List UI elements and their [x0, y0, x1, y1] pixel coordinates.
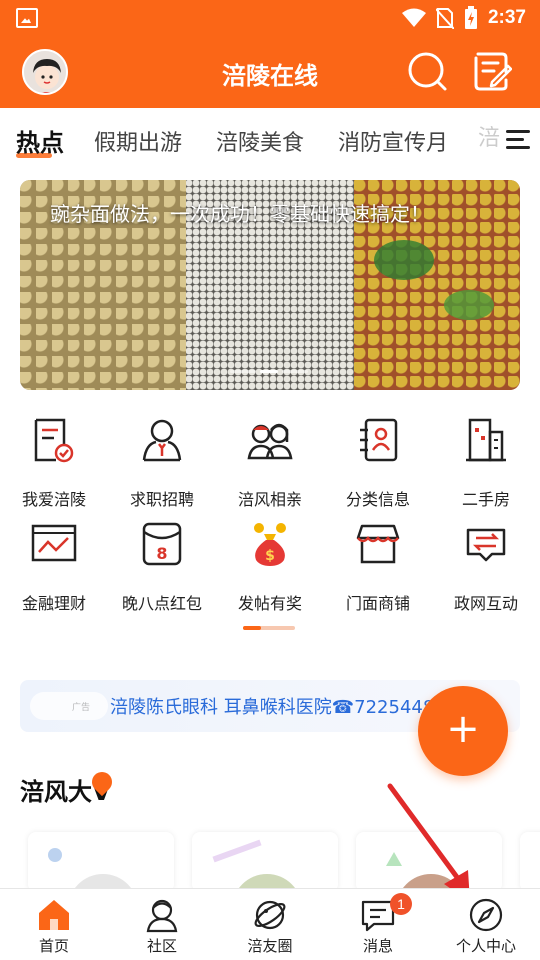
banner-carousel[interactable]: 豌杂面做法，一次成功！零基础快速搞定！: [20, 180, 520, 390]
tab-fire-safety[interactable]: 消防宣传月: [338, 125, 448, 157]
grid-label: 求职招聘: [129, 490, 194, 509]
tab-fuling-food[interactable]: 涪陵美食: [216, 125, 304, 157]
svg-text:$: $: [265, 548, 275, 564]
clock: 2:37: [487, 7, 526, 28]
nav-label: 社区: [146, 937, 177, 955]
grid-item-classifieds[interactable]: 分类信息: [324, 408, 432, 509]
tab-holiday-travel[interactable]: 假期出游: [94, 125, 182, 157]
tab-overflow[interactable]: 涪: [478, 120, 504, 156]
bottom-navigation: 首页 社区 涪友圈 1 消息 个人中心: [0, 888, 540, 960]
no-sim-icon: [435, 8, 454, 29]
community-icon: [146, 899, 178, 933]
grid-label: 金融理财: [21, 594, 86, 613]
nav-label: 消息: [362, 937, 393, 955]
status-bar: 2:37: [0, 0, 540, 36]
red-envelope-icon: 8: [142, 522, 182, 566]
shop-icon: [356, 524, 400, 564]
money-bag-icon: $: [254, 523, 286, 566]
influencer-card[interactable]: [192, 832, 338, 892]
influencer-card[interactable]: [28, 832, 174, 892]
unread-badge: 1: [390, 893, 412, 915]
nav-profile[interactable]: 个人中心: [432, 889, 540, 960]
grid-item-shops[interactable]: 门面商铺: [324, 512, 432, 613]
ad-text: 涪陵陈氏眼科 耳鼻喉科医院☎72254488: [110, 697, 446, 718]
person-tie-icon: [142, 419, 182, 462]
grid-item-dating[interactable]: 涪风相亲: [216, 408, 324, 509]
exchange-icon: [466, 528, 506, 562]
app-title: 涪陵在线: [222, 62, 318, 90]
status-icons: 2:37: [401, 6, 526, 30]
compass-icon: [469, 898, 503, 932]
add-post-button[interactable]: +: [418, 686, 508, 776]
menu-icon[interactable]: [506, 130, 530, 152]
grid-label: 门面商铺: [345, 594, 410, 613]
wifi-icon: [401, 8, 426, 27]
influencer-card[interactable]: [520, 832, 540, 892]
grid-label: 晚八点红包: [121, 594, 202, 613]
image-icon: [16, 8, 38, 28]
ad-tag: 广告: [30, 692, 108, 720]
document-check-icon: [34, 418, 74, 463]
nav-label: 首页: [38, 937, 69, 955]
banner-title: 豌杂面做法，一次成功！零基础快速搞定！: [50, 202, 430, 226]
couple-icon: [247, 423, 293, 460]
planet-icon: [254, 900, 286, 930]
grid-item-finance[interactable]: 金融理财: [0, 512, 108, 613]
app-header: 涪陵在线: [0, 36, 540, 108]
battery-charging-icon: [464, 6, 477, 29]
grid-label: 我爱涪陵: [21, 490, 86, 509]
grid-page-indicator: [243, 626, 295, 630]
grid-item-gov-interaction[interactable]: 政网互动: [432, 512, 540, 613]
nav-friends-circle[interactable]: 涪友圈: [216, 889, 324, 960]
grid-item-jobs[interactable]: 求职招聘: [108, 408, 216, 509]
nav-label: 个人中心: [455, 937, 516, 955]
grid-item-post-reward[interactable]: $ 发帖有奖: [216, 512, 324, 613]
grid-label: 发帖有奖: [237, 594, 302, 613]
grid-label: 二手房: [461, 490, 510, 509]
category-tabs: 热点 假期出游 涪陵美食 消防宣传月 涪: [0, 108, 540, 170]
grid-label: 分类信息: [345, 490, 410, 509]
chart-icon: [31, 524, 77, 562]
search-icon[interactable]: [406, 50, 448, 92]
grid-label: 政网互动: [453, 594, 518, 613]
grid-item-love-fuling[interactable]: 我爱涪陵: [0, 408, 108, 509]
nav-label: 涪友圈: [247, 937, 293, 955]
edit-icon[interactable]: [472, 50, 512, 92]
grid-label: 涪风相亲: [237, 490, 302, 509]
contact-list-icon: [360, 418, 398, 462]
grid-item-red-envelope[interactable]: 8 晚八点红包: [108, 512, 216, 613]
nav-messages[interactable]: 1 消息: [324, 889, 432, 960]
building-icon: [466, 418, 506, 462]
tab-hot[interactable]: 热点: [16, 123, 64, 158]
banner-pagination: [230, 370, 310, 374]
grid-item-second-hand-house[interactable]: 二手房: [432, 408, 540, 509]
nav-home[interactable]: 首页: [0, 889, 108, 960]
nav-community[interactable]: 社区: [108, 889, 216, 960]
home-icon: [39, 900, 69, 930]
svg-text:8: 8: [156, 544, 167, 563]
